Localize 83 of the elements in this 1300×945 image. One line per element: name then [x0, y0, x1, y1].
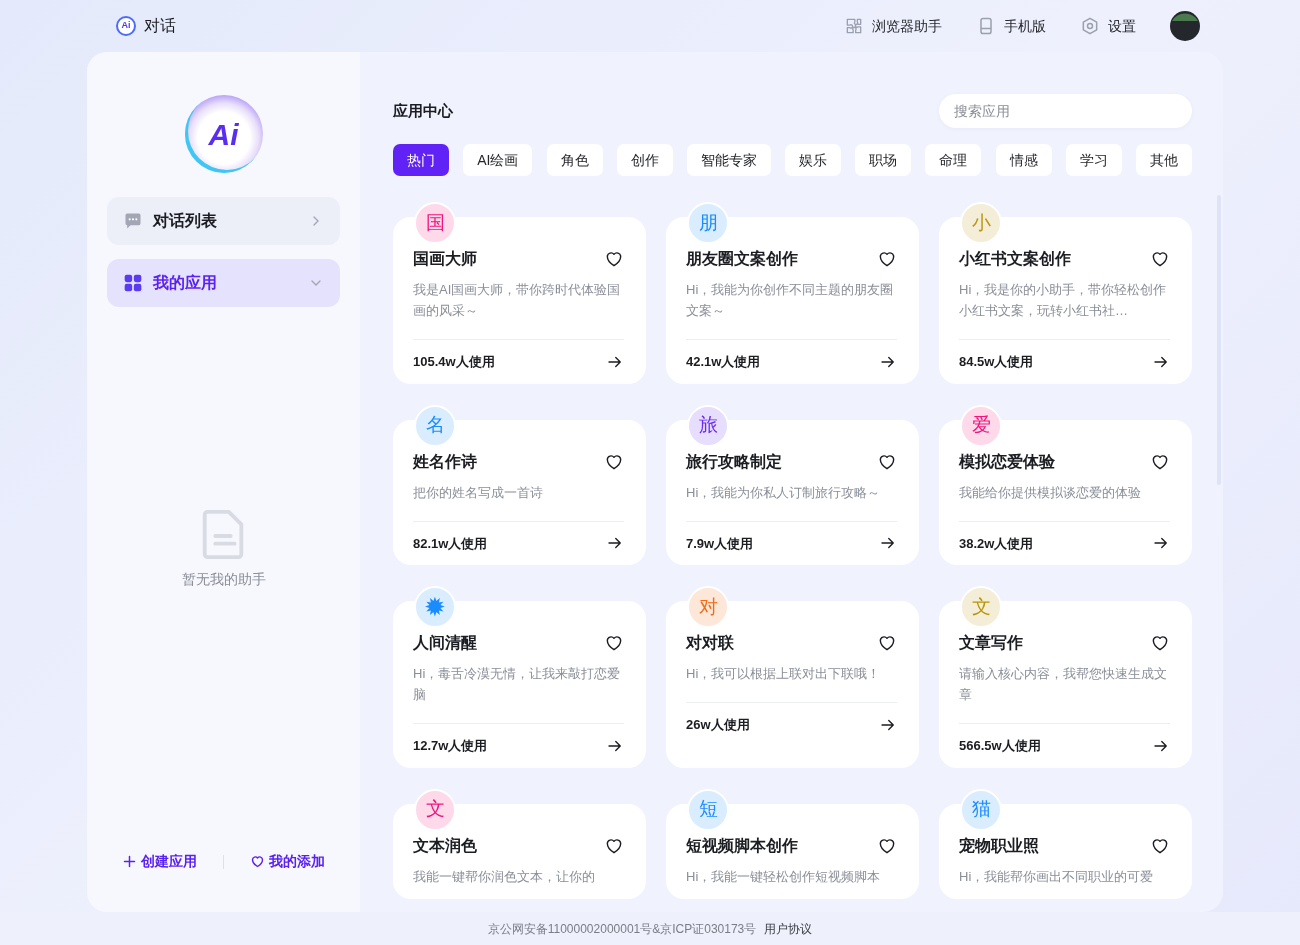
- category-tab[interactable]: 学习: [1065, 144, 1122, 176]
- app-badge: 国: [414, 202, 456, 244]
- nav-link[interactable]: 手机版: [976, 15, 1046, 37]
- usage-count: 566.5w人使用: [959, 737, 1041, 755]
- category-tab[interactable]: 其他: [1135, 144, 1192, 176]
- app-badge: 对: [687, 586, 729, 628]
- empty-text: 暂无我的助手: [181, 569, 266, 589]
- usage-count: 38.2w人使用: [959, 534, 1034, 553]
- app-badge: 文: [960, 586, 1002, 628]
- app-description: 我是AI国画大师，带你跨时代体验国画的风采～: [413, 281, 622, 320]
- app-title: 文章写作: [959, 633, 1023, 653]
- usage-count: 12.7w人使用: [413, 737, 488, 755]
- sidebar-logo: Ai: [184, 95, 263, 173]
- app-badge: 短: [687, 788, 729, 831]
- app-badge: 名: [414, 404, 456, 447]
- category-tab[interactable]: 职场: [855, 144, 912, 176]
- app-description: Hi，毒舌冷漠无情，让我来敲打恋爱脑: [413, 665, 622, 704]
- license-text: 京公网安备11000002000001号&京ICP证030173号: [487, 920, 757, 938]
- app-description: 我能给你提供模拟谈恋爱的体验: [959, 483, 1142, 502]
- sidebar-link[interactable]: 我的添加: [250, 851, 325, 872]
- sidebar-link[interactable]: 创建应用: [122, 851, 197, 872]
- settings-icon: [1080, 16, 1100, 36]
- category-tab[interactable]: 娱乐: [785, 144, 842, 176]
- usage-count: 26w人使用: [686, 716, 750, 734]
- app-badge: 爱: [960, 404, 1002, 447]
- app-title: 宠物职业照: [959, 835, 1039, 856]
- agreement-link[interactable]: 用户协议: [764, 919, 813, 938]
- app-badge: 小: [960, 202, 1002, 244]
- category-tab[interactable]: AI绘画: [463, 144, 533, 176]
- category-tab[interactable]: 热门: [393, 144, 449, 176]
- category-tab[interactable]: 角色: [546, 144, 603, 176]
- app-title: 短视频脚本创作: [686, 835, 798, 856]
- app-title: 文本润色: [413, 835, 477, 856]
- sidebar-item[interactable]: 对话列表: [107, 197, 340, 245]
- app-title: 国画大师: [413, 249, 477, 269]
- app-title: 小红书文案创作: [959, 249, 1071, 269]
- chat-icon: [123, 211, 143, 231]
- app-description: Hi，我可以根据上联对出下联哦！: [686, 665, 882, 683]
- heart-icon: [877, 249, 897, 269]
- heart-icon: [604, 249, 624, 269]
- app-title: 人间清醒: [413, 633, 477, 653]
- app-badge: ✹: [414, 586, 456, 628]
- category-tab[interactable]: 情感: [995, 144, 1052, 176]
- app-title: 对话: [144, 16, 176, 36]
- usage-count: 82.1w人使用: [413, 534, 488, 553]
- category-tab[interactable]: 创作: [616, 144, 673, 176]
- nav-link[interactable]: 浏览器助手: [844, 15, 942, 37]
- app-description: 把你的姓名写成一首诗: [413, 483, 544, 502]
- heart-icon: [250, 854, 265, 869]
- heart-icon: [1150, 249, 1170, 269]
- heart-icon: [604, 633, 624, 653]
- app-badge: 猫: [960, 788, 1002, 831]
- app-title: 朋友圈文案创作: [686, 249, 798, 269]
- app-title: 对对联: [686, 633, 734, 653]
- category-tab[interactable]: 智能专家: [686, 144, 771, 176]
- app-title: 旅行攻略制定: [686, 451, 782, 472]
- app-description: 请输入核心内容，我帮您快速生成文章: [959, 665, 1168, 704]
- app-badge: 文: [414, 788, 456, 831]
- avatar: [1170, 11, 1200, 41]
- grid-icon: [123, 273, 143, 293]
- usage-count: 105.4w人使用: [413, 353, 495, 371]
- heart-icon: [877, 633, 897, 653]
- usage-count: 42.1w人使用: [686, 353, 761, 371]
- app-description: 我能一键帮你润色文本，让你的: [413, 867, 596, 886]
- app-badge: 朋: [687, 202, 729, 244]
- app-description: Hi，我能帮你画出不同职业的可爱: [959, 867, 1155, 886]
- sidebar-item[interactable]: 我的应用: [107, 259, 340, 307]
- app-description: Hi，我能一键轻松创作短视频脚本: [686, 867, 882, 886]
- category-tab[interactable]: 命理: [925, 144, 982, 176]
- usage-count: 7.9w人使用: [686, 534, 754, 553]
- app-description: Hi，我是你的小助手，带你轻松创作小红书文案，玩转小红书社…: [959, 281, 1168, 320]
- heart-icon: [1150, 633, 1170, 653]
- search-field[interactable]: 搜索应用: [939, 94, 1192, 128]
- app-badge: 旅: [687, 404, 729, 447]
- app-description: Hi，我能为你私人订制旅行攻略～: [686, 483, 882, 502]
- app-title: 模拟恋爱体验: [959, 451, 1055, 472]
- app-title: 姓名作诗: [413, 451, 477, 472]
- app-description: Hi，我能为你创作不同主题的朋友圈文案～: [686, 281, 895, 320]
- nav-link[interactable]: 设置: [1080, 15, 1136, 37]
- logo-icon: Ai: [116, 16, 136, 36]
- usage-count: 84.5w人使用: [959, 353, 1034, 371]
- section-title: 应用中心: [393, 100, 453, 121]
- plus-icon: [122, 854, 137, 869]
